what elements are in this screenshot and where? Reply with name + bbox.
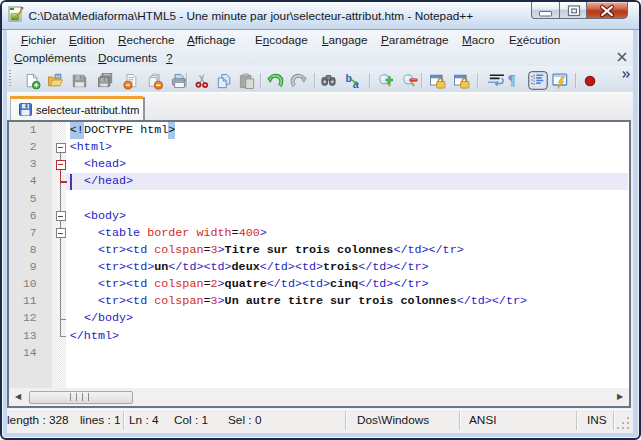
- svg-text:b: b: [346, 73, 353, 84]
